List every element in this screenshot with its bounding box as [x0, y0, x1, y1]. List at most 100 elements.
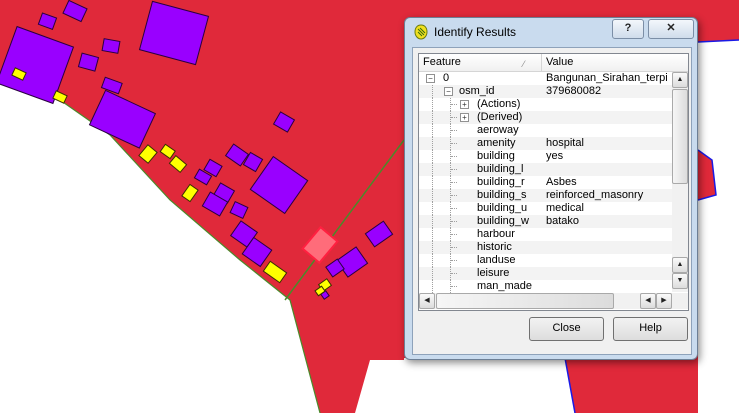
feature-cell: 0: [443, 72, 450, 84]
tree-branch-line: [432, 280, 434, 293]
scroll-right-icon[interactable]: ▶: [656, 293, 672, 309]
value-cell: reinforced_masonry: [546, 189, 644, 201]
tree-row[interactable]: −0 Bangunan_Sirahan_terpi: [419, 72, 672, 85]
tree-branch-line: [432, 111, 434, 124]
value-cell: 379680082: [546, 85, 602, 97]
tree-branch-line: [451, 104, 457, 106]
value-cell: Asbes: [546, 176, 577, 188]
tree-row[interactable]: man_made: [419, 280, 672, 293]
results-tree[interactable]: Feature ⁄ Value −0 Bangunan_Sirahan_terpi…: [418, 53, 689, 311]
value-cell: [546, 267, 672, 280]
vertical-scrollbar[interactable]: ▲ ▲ ▼: [672, 72, 688, 292]
tree-branch-line: [451, 260, 457, 262]
tree-row[interactable]: building_w batako: [419, 215, 672, 228]
scroll-left-icon[interactable]: ◀: [640, 293, 656, 309]
feature-cell: leisure: [477, 267, 510, 279]
value-cell: hospital: [546, 137, 584, 149]
feature-cell: man_made: [477, 280, 533, 292]
vertical-scroll-thumb[interactable]: [672, 89, 688, 184]
value-cell: [546, 163, 672, 176]
scrollbar-corner: [672, 293, 688, 309]
tree-branch-line: [451, 130, 457, 132]
building-polygon[interactable]: [101, 38, 121, 54]
scroll-left-icon[interactable]: ◀: [419, 293, 435, 309]
tree-branch-line: [432, 228, 434, 241]
value-cell: [546, 241, 672, 254]
scroll-up-icon[interactable]: ▲: [672, 257, 688, 273]
tree-row[interactable]: − osm_id 379680082: [419, 85, 672, 98]
feature-cell: building_r: [477, 176, 525, 188]
tree-row[interactable]: building_s reinforced_masonry: [419, 189, 672, 202]
tree-branch-line: [432, 163, 434, 176]
collapse-icon[interactable]: −: [426, 74, 435, 83]
dialog-body: Feature ⁄ Value −0 Bangunan_Sirahan_terpi…: [412, 47, 692, 355]
column-header-value-label: Value: [546, 56, 574, 68]
feature-cell: amenity: [477, 137, 516, 149]
value-cell: [546, 111, 672, 124]
tree-branch-line: [432, 150, 434, 163]
feature-cell: (Derived): [477, 111, 523, 123]
tree-branch-line: [432, 189, 434, 202]
feature-cell: harbour: [477, 228, 515, 240]
tree-row[interactable]: amenity hospital: [419, 137, 672, 150]
value-cell: [546, 228, 672, 241]
tree-branch-line: [451, 221, 457, 223]
tree-branch-line: [451, 234, 457, 236]
tree-row[interactable]: landuse: [419, 254, 672, 267]
expand-icon[interactable]: +: [460, 113, 469, 122]
tree-row[interactable]: historic: [419, 241, 672, 254]
tree-branch-line: [432, 137, 434, 150]
value-cell: yes: [546, 150, 564, 162]
column-header-value[interactable]: Value: [542, 54, 676, 71]
tree-branch-line: [432, 85, 434, 98]
tree-branch-line: [451, 182, 457, 184]
feature-cell: aeroway: [477, 124, 519, 136]
tree-rows: −0 Bangunan_Sirahan_terpi − osm_id 379680082…: [419, 72, 672, 293]
close-button[interactable]: Close: [529, 317, 604, 341]
feature-cell: historic: [477, 241, 512, 253]
tree-branch-line: [432, 241, 434, 254]
tree-branch-line: [451, 117, 457, 119]
horizontal-scrollbar[interactable]: ◀ ◀ ▶: [419, 293, 672, 309]
tree-branch-line: [451, 273, 457, 275]
value-cell: [546, 280, 672, 293]
feature-cell: building_w: [477, 215, 529, 227]
horizontal-scroll-thumb[interactable]: [436, 293, 614, 309]
tree-branch-line: [451, 247, 457, 249]
title-close-button[interactable]: ✕: [648, 19, 694, 39]
feature-cell: building_l: [477, 163, 524, 175]
tree-branch-line: [451, 143, 457, 145]
scroll-down-icon[interactable]: ▼: [672, 273, 688, 289]
tree-row[interactable]: building yes: [419, 150, 672, 163]
tree-row[interactable]: building_r Asbes: [419, 176, 672, 189]
help-button[interactable]: Help: [613, 317, 688, 341]
tree-branch-line: [432, 124, 434, 137]
dialog-titlebar[interactable]: Identify Results ? ✕: [405, 18, 697, 46]
tree-row[interactable]: + (Derived): [419, 111, 672, 124]
value-cell: [546, 254, 672, 267]
tree-row[interactable]: + (Actions): [419, 98, 672, 111]
dialog-title: Identify Results: [434, 25, 517, 39]
tree-row[interactable]: harbour: [419, 228, 672, 241]
tree-row[interactable]: building_u medical: [419, 202, 672, 215]
collapse-icon[interactable]: −: [444, 87, 453, 96]
tree-row[interactable]: building_l: [419, 163, 672, 176]
column-header-feature[interactable]: Feature ⁄: [419, 54, 542, 71]
tree-branch-line: [451, 286, 457, 288]
tree-branch-line: [451, 156, 457, 158]
title-help-button[interactable]: ?: [612, 19, 644, 39]
tree-branch-line: [432, 215, 434, 228]
tree-row[interactable]: leisure: [419, 267, 672, 280]
sort-arrow-icon: ⁄: [523, 59, 525, 69]
scroll-up-icon[interactable]: ▲: [672, 72, 688, 88]
tree-branch-line: [432, 176, 434, 189]
feature-cell: osm_id: [459, 85, 495, 97]
expand-icon[interactable]: +: [460, 100, 469, 109]
tree-branch-line: [451, 195, 457, 197]
feature-cell: building_s: [477, 189, 527, 201]
tree-branch-line: [432, 202, 434, 215]
tree-row[interactable]: aeroway: [419, 124, 672, 137]
value-cell: [546, 98, 672, 111]
tree-branch-line: [432, 267, 434, 280]
tree-header: Feature ⁄ Value: [419, 54, 688, 72]
